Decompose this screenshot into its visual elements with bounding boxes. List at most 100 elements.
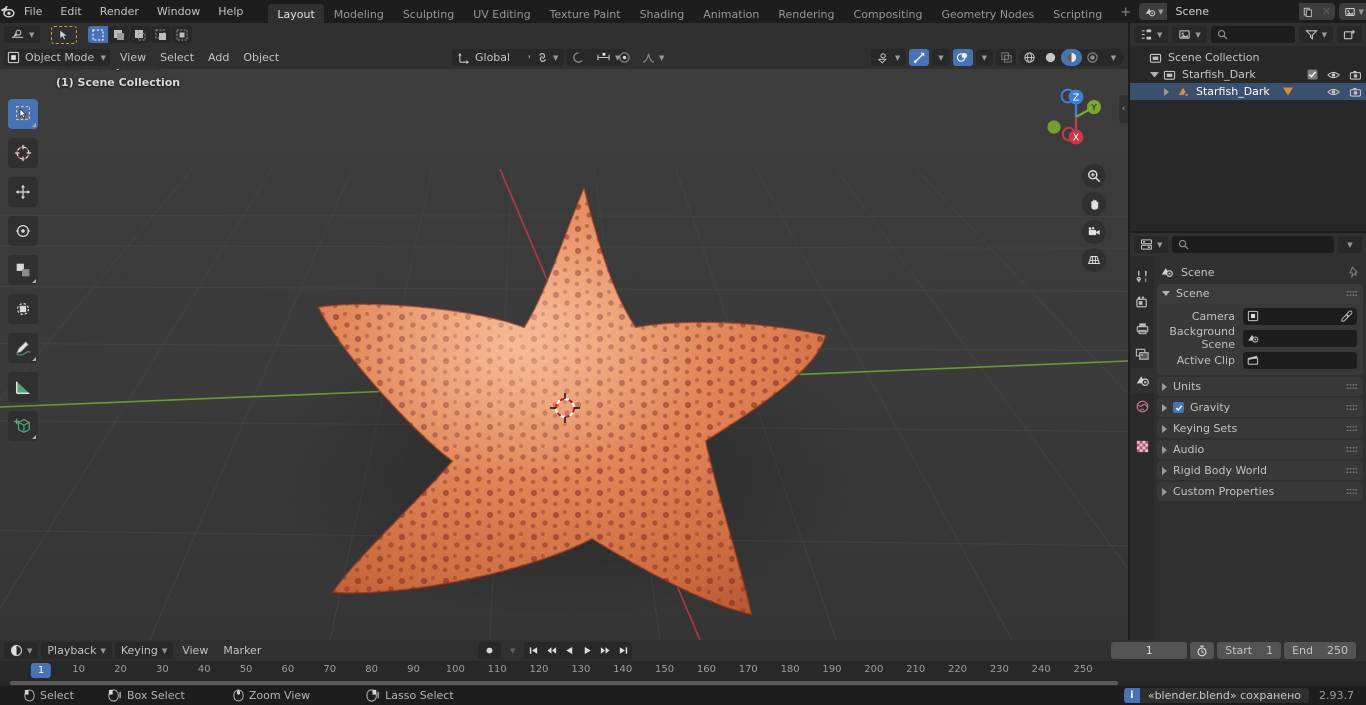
scene-icon[interactable]: ▼ xyxy=(1139,3,1168,20)
viewport-menu-add[interactable]: Add xyxy=(201,48,236,67)
timeline-horizontal-scrollbar[interactable] xyxy=(10,681,1118,685)
cursor-icon[interactable] xyxy=(8,138,38,168)
view-layer-props-icon[interactable] xyxy=(1130,342,1154,367)
menu-window[interactable]: Window xyxy=(148,2,209,21)
workspace-tab-modeling[interactable]: Modeling xyxy=(325,4,393,25)
properties-editor[interactable]: ▼ ▼ Scene Scene Camera Background Scene … xyxy=(1130,233,1366,640)
outliner-display-mode-button[interactable]: ▼ xyxy=(1172,26,1207,43)
select-mode-group[interactable] xyxy=(88,26,193,43)
next-keyframe-button[interactable] xyxy=(596,642,615,659)
playback-menu[interactable]: Playback ▼ xyxy=(41,642,112,659)
snap-toggle-button[interactable]: ▼ xyxy=(530,49,565,66)
tool-icon[interactable] xyxy=(1130,264,1154,289)
play-reverse-button[interactable] xyxy=(560,642,579,659)
sidebar-expand-arrow[interactable]: ‹ xyxy=(1119,95,1128,123)
shading-solid-icon[interactable] xyxy=(1040,49,1061,66)
new-collection-icon[interactable] xyxy=(1337,26,1362,43)
background-scene-field[interactable] xyxy=(1243,329,1357,347)
workspace-tab-rendering[interactable]: Rendering xyxy=(769,4,843,25)
shading-mode-group[interactable]: ▼ xyxy=(1019,49,1124,66)
view-layer-icon[interactable]: ▼ xyxy=(1339,3,1366,20)
panel-header-audio[interactable]: Audio xyxy=(1157,440,1363,459)
checkbox-icon[interactable] xyxy=(1307,69,1318,80)
viewport-nav-buttons[interactable] xyxy=(1082,164,1106,272)
workspace-tab-uv-editing[interactable]: UV Editing xyxy=(464,4,539,25)
jump-to-start-button[interactable] xyxy=(524,642,543,659)
gizmo-toggle-button[interactable] xyxy=(909,49,930,66)
transform-orientation-selector[interactable]: Global ▼ xyxy=(452,49,540,66)
panel-header-scene[interactable]: Scene xyxy=(1157,284,1363,303)
prev-keyframe-button[interactable] xyxy=(542,642,561,659)
timeline-editor[interactable]: ▼ Playback ▼ Keying ▼ View Marker ▼ 1 St… xyxy=(0,640,1366,686)
gravity-checkbox[interactable] xyxy=(1173,402,1184,413)
editor-type-button[interactable]: ▼ xyxy=(4,26,41,43)
3d-viewport[interactable]: ▼ Object Mode ▼ View Select Add Object G… xyxy=(0,23,1128,640)
viewport-menu-select[interactable]: Select xyxy=(153,48,201,67)
active-tool-icon[interactable] xyxy=(51,25,78,44)
eyedropper-icon[interactable] xyxy=(1341,310,1353,322)
timeline-playhead[interactable]: 1 xyxy=(30,663,52,678)
eye-icon[interactable] xyxy=(1327,87,1340,97)
menu-edit[interactable]: Edit xyxy=(51,2,90,21)
select-invert-icon[interactable] xyxy=(151,26,172,43)
properties-options-button[interactable]: ▼ xyxy=(1338,236,1362,253)
pin-icon[interactable] xyxy=(1348,266,1360,278)
workspace-tab-compositing[interactable]: Compositing xyxy=(845,4,932,25)
panel-header-units[interactable]: Units xyxy=(1157,377,1363,396)
select-subtract-icon[interactable] xyxy=(130,26,151,43)
scene-props-icon[interactable] xyxy=(1130,368,1154,393)
viewport-toolbar[interactable] xyxy=(8,99,38,441)
outliner-row[interactable]: Scene Collection xyxy=(1130,49,1366,66)
view-layer-selector[interactable]: ▼ View Layer ✕ xyxy=(1339,3,1366,20)
panel-header-rigid-body-world[interactable]: Rigid Body World xyxy=(1157,461,1363,480)
object-mode-selector[interactable]: Object Mode ▼ xyxy=(4,49,110,66)
outliner-tree[interactable]: Scene Collection Starfish_Dark Starfish_Da… xyxy=(1130,46,1366,100)
select-intersect-icon[interactable] xyxy=(172,26,193,43)
new-scene-button[interactable] xyxy=(1299,3,1318,20)
camera-field[interactable] xyxy=(1243,307,1357,325)
workspace-tab-texture-paint[interactable]: Texture Paint xyxy=(541,4,630,25)
use-preview-range-button[interactable] xyxy=(1190,642,1215,659)
chevron-down-icon[interactable] xyxy=(1150,72,1159,77)
viewport-canvas[interactable]: User Perspective (1) Scene Collection xyxy=(0,69,1128,640)
menu-file[interactable]: File xyxy=(15,2,51,21)
viewport-menu-object[interactable]: Object xyxy=(236,48,286,67)
current-frame-field[interactable]: 1 xyxy=(1111,642,1188,659)
eye-icon[interactable] xyxy=(1327,70,1340,80)
annotate-icon[interactable] xyxy=(8,333,38,363)
panel-header-keying-sets[interactable]: Keying Sets xyxy=(1157,419,1363,438)
ortho-grid-icon[interactable] xyxy=(1082,248,1106,272)
move-icon[interactable] xyxy=(8,177,38,207)
auto-keying-options-button[interactable]: ▼ xyxy=(504,642,521,659)
shading-rendered-icon[interactable] xyxy=(1082,49,1103,66)
viewport-menu-view[interactable]: View xyxy=(113,48,153,67)
outliner-restriction-toggles[interactable] xyxy=(1327,87,1362,97)
shading-wireframe-icon[interactable] xyxy=(1019,49,1040,66)
render-icon[interactable] xyxy=(1130,290,1154,315)
falloff-curve-button[interactable]: ▼ xyxy=(636,49,670,66)
auto-keying-button[interactable] xyxy=(478,642,501,659)
workspace-tab-geometry-nodes[interactable]: Geometry Nodes xyxy=(932,4,1043,25)
workspace-tab-sculpting[interactable]: Sculpting xyxy=(394,4,463,25)
shading-options-button[interactable]: ▼ xyxy=(1103,49,1124,66)
playback-controls[interactable] xyxy=(524,642,633,659)
timeline-editor-type-button[interactable]: ▼ xyxy=(4,642,39,659)
jump-to-end-button[interactable] xyxy=(614,642,633,659)
add-cube-icon[interactable] xyxy=(8,411,38,441)
navigation-gizmo[interactable]: Y Z X xyxy=(1038,79,1114,155)
xray-toggle-button[interactable] xyxy=(996,49,1016,66)
modifier-icon[interactable] xyxy=(1282,86,1294,97)
active-clip-field[interactable] xyxy=(1243,351,1357,369)
timeline-view-menu[interactable]: View xyxy=(176,642,214,659)
play-button[interactable] xyxy=(578,642,597,659)
world-icon[interactable] xyxy=(1130,394,1154,419)
zoom-icon[interactable] xyxy=(1082,164,1106,188)
workspace-tab-animation[interactable]: Animation xyxy=(694,4,768,25)
camera-render-icon[interactable] xyxy=(1349,70,1362,80)
output-icon[interactable] xyxy=(1130,316,1154,341)
frame-end-field[interactable]: End 250 xyxy=(1284,642,1356,659)
camera-icon[interactable] xyxy=(1082,220,1106,244)
proportional-falloff-button[interactable] xyxy=(612,49,637,66)
outliner-restriction-toggles[interactable] xyxy=(1307,69,1362,80)
outliner-row[interactable]: Starfish_Dark xyxy=(1130,83,1366,100)
